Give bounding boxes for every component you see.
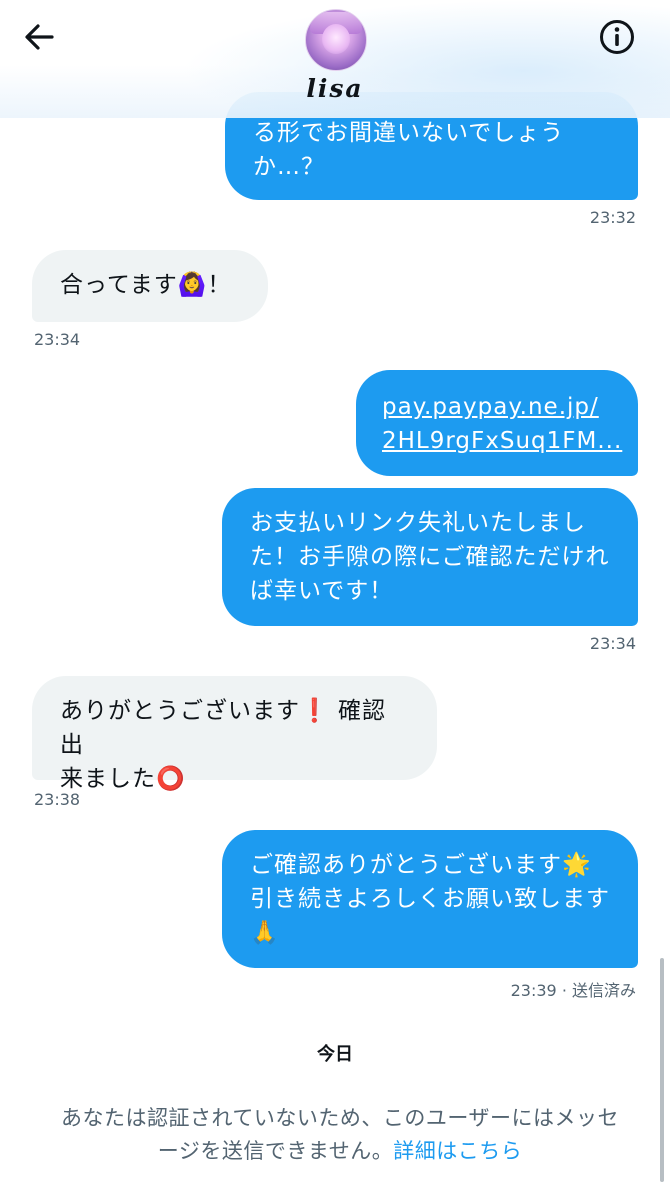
message-line: ご確認ありがとうございます🌟	[250, 852, 592, 878]
message-line: か…？	[253, 154, 325, 180]
avatar[interactable]	[305, 9, 367, 71]
info-circle-icon[interactable]	[598, 18, 636, 56]
message-line: 引き続きよろしくお願い致します	[250, 886, 610, 912]
payment-link[interactable]: 2HL9rgFxSuq1FM...	[382, 424, 621, 458]
learn-more-link[interactable]: 詳細はこちら	[393, 1139, 522, 1163]
message-line: お支払いリンク失礼いたしまし	[250, 510, 586, 536]
message-timestamp: 23:34	[589, 634, 636, 653]
message-timestamp: 23:32	[589, 208, 636, 227]
message-timestamp-with-status: 23:39 · 送信済み	[420, 977, 636, 1001]
back-arrow-icon[interactable]	[22, 20, 56, 54]
message-bubble-outgoing[interactable]: お支払いリンク失礼いたしまし た！お手隙の際にご確認ただけれ ば幸いです！	[222, 488, 638, 626]
notice-line-2: ージを送信できません。詳細はこちら	[20, 1135, 660, 1168]
message-line: る形でお間違いないでしょう	[253, 120, 565, 146]
conversation-username[interactable]: lisa	[0, 74, 670, 103]
message-bubble-outgoing-link[interactable]: pay.paypay.ne.jp/ 2HL9rgFxSuq1FM...	[356, 370, 638, 476]
message-bubble-outgoing[interactable]: ご確認ありがとうございます🌟 引き続きよろしくお願い致します 🙏	[222, 830, 638, 968]
message-bubble-incoming[interactable]: 合ってます🙆‍♀️！	[32, 250, 268, 322]
message-timestamp: 23:34	[34, 330, 81, 349]
message-line: ば幸いです！	[250, 578, 394, 604]
message-timestamp: 23:39	[510, 981, 557, 1000]
message-line: 来ました⭕️	[60, 766, 186, 792]
message-timestamp: 23:38	[34, 790, 81, 809]
message-bubble-incoming[interactable]: ありがとうございます❗️ 確認出 来ました⭕️	[32, 676, 437, 792]
message-line: た！お手隙の際にご確認ただけれ	[250, 544, 610, 570]
delivery-status: · 送信済み	[556, 981, 636, 1000]
payment-link[interactable]: pay.paypay.ne.jp/	[382, 390, 610, 424]
conversation-header: lisa	[0, 0, 670, 118]
message-line: ありがとうございます❗️ 確認出	[60, 698, 386, 758]
message-line: 🙏	[250, 920, 280, 946]
date-divider: 今日	[317, 1044, 353, 1065]
cannot-message-notice: あなたは認証されていないため、このユーザーにはメッセ ージを送信できません。詳細…	[20, 1102, 660, 1168]
avatar-face-graphic	[322, 24, 350, 54]
notice-text: ージを送信できません。	[157, 1139, 394, 1163]
message-text: 合ってます🙆‍♀️！	[60, 272, 232, 298]
scrollbar[interactable]	[660, 958, 664, 1182]
notice-line: あなたは認証されていないため、このユーザーにはメッセ	[61, 1106, 619, 1130]
